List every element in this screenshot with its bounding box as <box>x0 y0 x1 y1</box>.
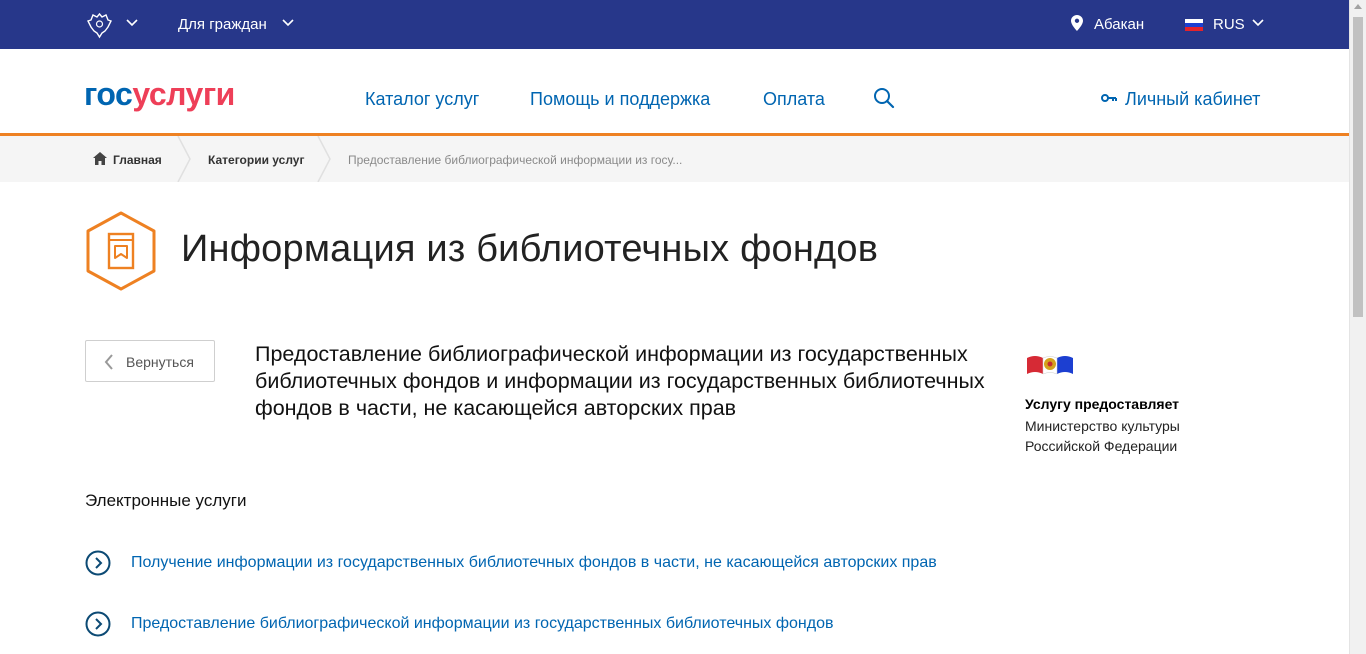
key-icon <box>1101 94 1117 102</box>
nav-catalog-link[interactable]: Каталог услуг <box>365 89 479 110</box>
home-icon <box>93 152 107 165</box>
scroll-up-arrow[interactable] <box>1354 4 1362 9</box>
provider-name: Министерство культуры Российской Федерац… <box>1025 418 1180 454</box>
back-button-label: Вернуться <box>126 354 194 370</box>
service-link-label: Получение информации из государственных … <box>131 554 937 571</box>
gosuslugi-logo[interactable]: госуслуги <box>84 75 235 113</box>
top-bar: Для граждан Абакан RUS <box>0 0 1349 49</box>
chevron-down-icon[interactable] <box>126 19 138 27</box>
personal-cabinet-link[interactable]: Личный кабинет <box>1101 89 1260 110</box>
cabinet-label: Личный кабинет <box>1125 89 1261 109</box>
chevron-down-icon[interactable] <box>1252 19 1264 27</box>
breadcrumb-home[interactable]: Главная <box>93 152 162 167</box>
breadcrumb: Главная Категории услуг Предоставление б… <box>0 136 1349 182</box>
arrow-circle-right-icon <box>85 550 111 576</box>
provider-label: Услугу предоставляет <box>1025 396 1180 412</box>
nav-payment-link[interactable]: Оплата <box>763 89 825 110</box>
breadcrumb-current: Предоставление библиографической информа… <box>348 153 683 167</box>
back-button[interactable]: Вернуться <box>85 340 215 382</box>
breadcrumb-categories[interactable]: Категории услуг <box>208 153 304 167</box>
service-title: Предоставление библиографической информа… <box>255 342 985 420</box>
book-hex-icon <box>86 211 156 291</box>
section-title: Электронные услуги <box>85 491 247 510</box>
emblem-icon[interactable] <box>86 11 113 39</box>
page-title: Информация из библиотечных фондов <box>181 228 879 270</box>
arrow-circle-right-icon <box>85 611 111 637</box>
chevron-left-icon <box>104 354 113 370</box>
breadcrumb-separator <box>317 136 331 182</box>
breadcrumb-separator <box>177 136 191 182</box>
breadcrumb-home-label: Главная <box>113 153 162 167</box>
scroll-thumb[interactable] <box>1353 17 1363 317</box>
city-selector[interactable]: Абакан <box>1094 16 1144 33</box>
service-link-label: Предоставление библиографической информа… <box>131 615 834 632</box>
location-pin-icon[interactable] <box>1071 15 1083 31</box>
chevron-down-icon[interactable] <box>282 19 294 27</box>
nav-help-link[interactable]: Помощь и поддержка <box>530 89 710 110</box>
language-selector[interactable]: RUS <box>1213 16 1245 33</box>
vertical-scrollbar[interactable] <box>1349 0 1366 654</box>
provider-emblem-icon <box>1027 356 1073 375</box>
search-icon[interactable] <box>873 87 895 109</box>
flag-ru-icon[interactable] <box>1185 19 1203 31</box>
logo-part-gos: гос <box>84 76 133 112</box>
region-selector[interactable]: Для граждан <box>178 16 267 33</box>
logo-part-uslugi: услуги <box>132 76 235 112</box>
site-header: госуслуги Каталог услуг Помощь и поддерж… <box>0 49 1349 136</box>
